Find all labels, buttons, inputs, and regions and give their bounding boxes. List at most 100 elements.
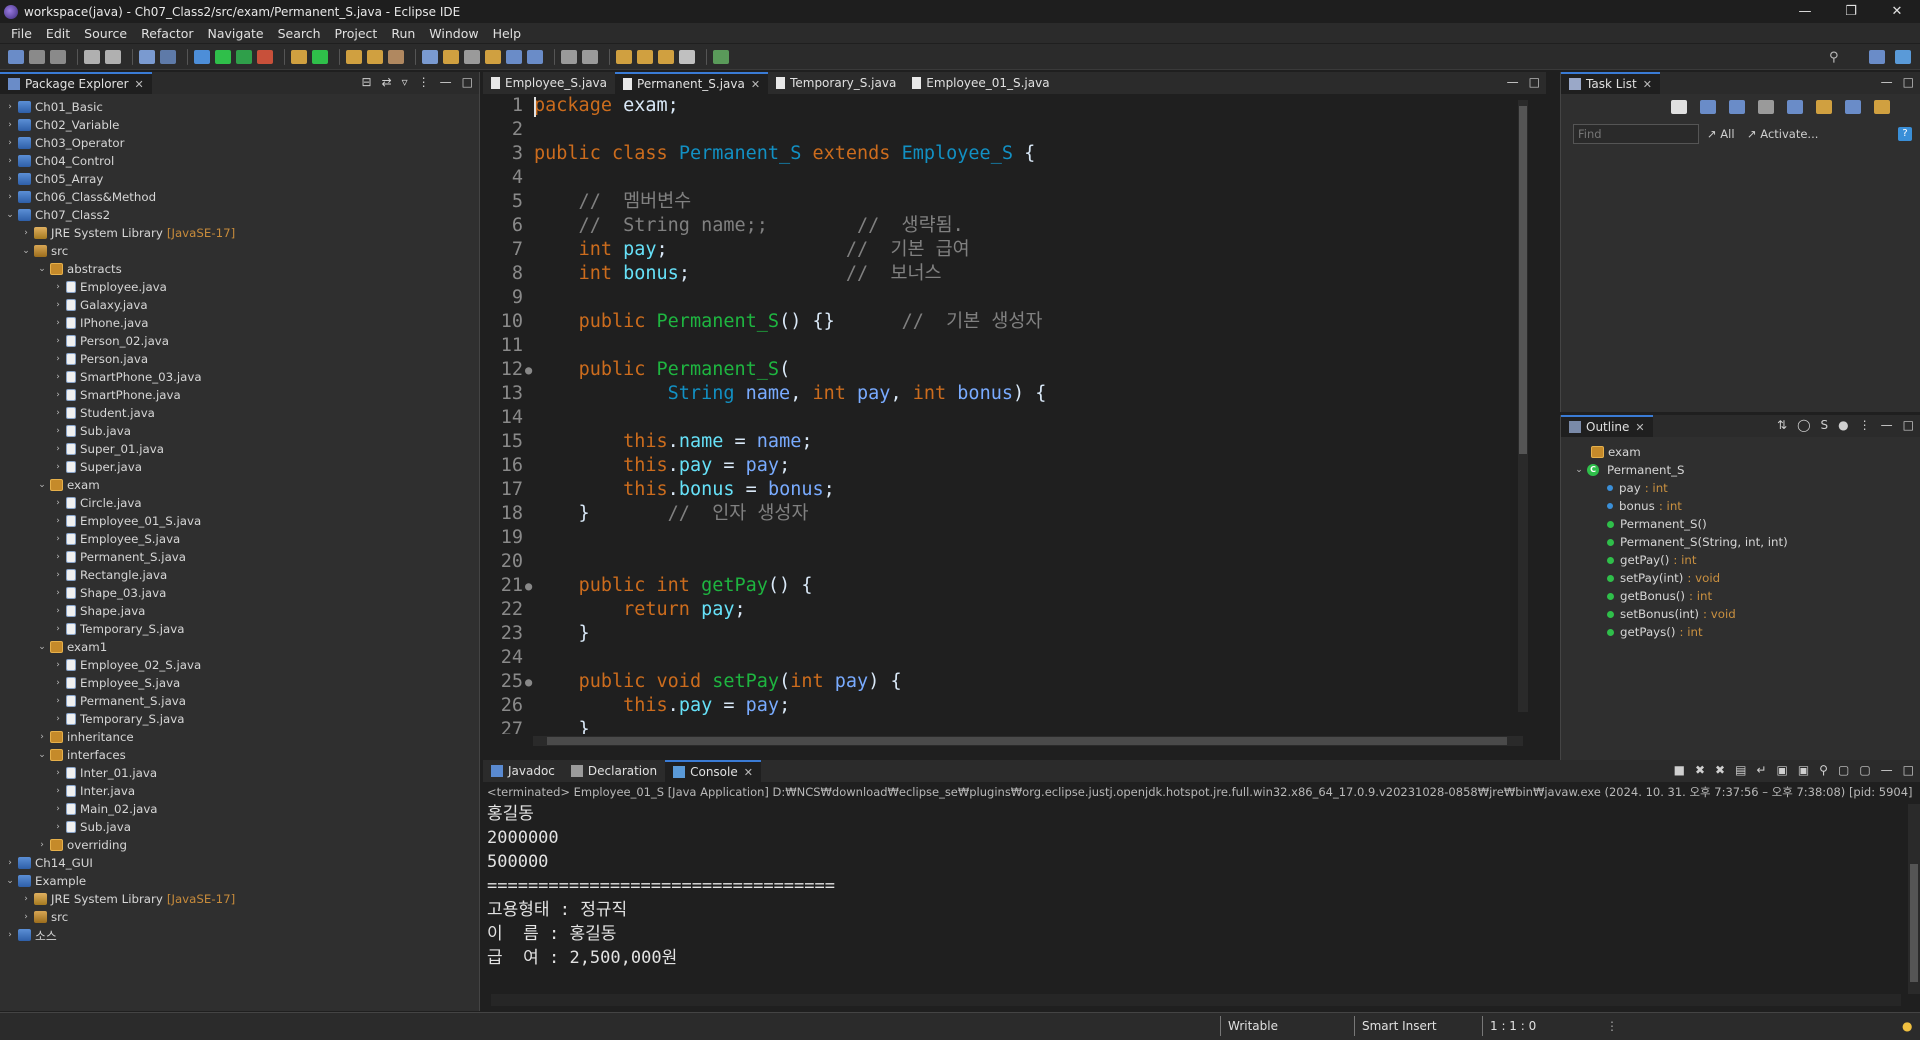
menu-help[interactable]: Help [486, 26, 529, 41]
collapsed-arrow-icon[interactable]: › [4, 102, 16, 112]
tree-item[interactable]: › Student.java [0, 404, 478, 422]
new-task-icon[interactable] [1671, 100, 1687, 114]
close-window-button[interactable]: ✕ [1874, 0, 1920, 23]
tree-item[interactable]: › Inter_01.java [0, 764, 478, 782]
collapse-tasks-icon[interactable] [1845, 100, 1861, 114]
collapsed-arrow-icon[interactable]: › [4, 138, 16, 148]
tree-item[interactable]: › Shape.java [0, 602, 478, 620]
outline-item[interactable]: bonus : int [1561, 497, 1917, 515]
outline-item[interactable]: Permanent_S(String, int, int) [1561, 533, 1917, 551]
sort-icon[interactable]: ⇅ [1777, 418, 1787, 432]
scheduled-icon[interactable] [1729, 100, 1745, 114]
insert-mode-status[interactable]: Smart Insert [1362, 1019, 1437, 1033]
collapsed-arrow-icon[interactable]: › [52, 714, 64, 724]
close-icon[interactable]: ✕ [744, 766, 753, 779]
menu-project[interactable]: Project [328, 26, 385, 41]
link-with-editor-icon[interactable]: ⇄ [382, 75, 392, 89]
menu-search[interactable]: Search [271, 26, 328, 41]
minimize-view-icon[interactable]: — [440, 75, 452, 89]
tree-item[interactable]: › Ch06_Class&Method [0, 188, 478, 206]
help-icon[interactable]: ? [1898, 127, 1912, 141]
collapsed-arrow-icon[interactable]: › [52, 534, 64, 544]
close-icon[interactable]: ✕ [1643, 78, 1652, 91]
undo-icon[interactable] [84, 49, 100, 64]
collapsed-arrow-icon[interactable]: › [52, 444, 64, 454]
tree-item[interactable]: › Main_02.java [0, 800, 478, 818]
collapsed-arrow-icon[interactable]: › [36, 840, 48, 850]
previous-annotation-icon[interactable] [443, 49, 459, 64]
close-icon[interactable]: ✕ [1635, 421, 1644, 434]
expanded-arrow-icon[interactable]: ⌄ [36, 642, 48, 652]
collapsed-arrow-icon[interactable]: › [20, 912, 32, 922]
expanded-arrow-icon[interactable]: ⌄ [36, 480, 48, 490]
tree-item[interactable]: › Employee_S.java [0, 530, 478, 548]
tab-temporary-s-java[interactable]: Temporary_S.java [768, 72, 904, 94]
save-all-icon[interactable] [50, 49, 66, 64]
show-when-stdout-icon[interactable]: ▣ [1776, 763, 1787, 777]
collapsed-arrow-icon[interactable]: › [52, 822, 64, 832]
tree-item[interactable]: ⌄ abstracts [0, 260, 478, 278]
tree-item[interactable]: › Inter.java [0, 782, 478, 800]
tree-item[interactable]: › overriding [0, 836, 478, 854]
tree-item[interactable]: › inheritance [0, 728, 478, 746]
view-menu-icon[interactable]: ⋮ [1859, 418, 1871, 432]
outline-item[interactable]: ⌄ C Permanent_S [1561, 461, 1917, 479]
collapsed-arrow-icon[interactable]: › [4, 192, 16, 202]
outline-item[interactable]: getPay() : int [1561, 551, 1917, 569]
minimize-view-icon[interactable]: — [1881, 418, 1893, 432]
console-horizontal-scrollbar[interactable] [491, 994, 1901, 1006]
maximize-view-icon[interactable]: □ [1903, 418, 1914, 432]
tree-item[interactable]: › Employee.java [0, 278, 478, 296]
menu-file[interactable]: File [4, 26, 39, 41]
editor-horizontal-scrollbar[interactable] [533, 736, 1523, 746]
hide-non-public-icon[interactable]: ● [1838, 418, 1848, 432]
console-vertical-scrollbar[interactable] [1908, 804, 1920, 994]
skip-breakpoints-icon[interactable] [160, 49, 176, 64]
collapsed-arrow-icon[interactable]: › [52, 372, 64, 382]
scrollbar-thumb[interactable] [1910, 864, 1918, 982]
tree-item[interactable]: › Permanent_S.java [0, 548, 478, 566]
expanded-arrow-icon[interactable]: ⌄ [4, 876, 16, 886]
code-editor[interactable]: 1 package exam; 2 3 public class Permanent_S… [483, 96, 1546, 734]
tree-item[interactable]: › Ch02_Variable [0, 116, 478, 134]
collapsed-arrow-icon[interactable]: › [52, 804, 64, 814]
tree-item[interactable]: › SmartPhone.java [0, 386, 478, 404]
outline-item[interactable]: getPays() : int [1561, 623, 1917, 641]
tree-item[interactable]: ⌄ Example [0, 872, 478, 890]
tab-employee-01-s-java[interactable]: Employee_01_S.java [904, 72, 1057, 94]
next-annotation-icon[interactable] [422, 49, 438, 64]
expanded-arrow-icon[interactable]: ⌄ [4, 210, 16, 220]
view-menu-icon[interactable]: ⋮ [418, 75, 430, 89]
menu-edit[interactable]: Edit [39, 26, 77, 41]
word-wrap-icon[interactable]: ↵ [1756, 763, 1766, 777]
forward-icon[interactable] [637, 49, 653, 64]
outline-item[interactable]: getBonus() : int [1561, 587, 1917, 605]
tree-item[interactable]: › Ch14_GUI [0, 854, 478, 872]
tree-item[interactable]: › src [0, 908, 478, 926]
java-perspective-icon[interactable] [1895, 49, 1911, 64]
collapsed-arrow-icon[interactable]: › [36, 732, 48, 742]
tab-employee-s-java[interactable]: Employee_S.java [483, 72, 615, 94]
annotation-nav-icon[interactable] [582, 49, 598, 64]
hide-completed-icon[interactable] [1758, 100, 1774, 114]
tree-item[interactable]: › Person_02.java [0, 332, 478, 350]
collapsed-arrow-icon[interactable]: › [4, 174, 16, 184]
collapsed-arrow-icon[interactable]: › [52, 426, 64, 436]
menu-window[interactable]: Window [422, 26, 485, 41]
filter-icon[interactable]: ▿ [402, 75, 408, 89]
menu-navigate[interactable]: Navigate [201, 26, 271, 41]
tree-item[interactable]: › Ch01_Basic [0, 98, 478, 116]
tree-item[interactable]: › Super.java [0, 458, 478, 476]
outline-item[interactable]: setPay(int) : void [1561, 569, 1917, 587]
remove-launch-icon[interactable]: ✖ [1695, 763, 1705, 777]
expanded-arrow-icon[interactable]: ⌄ [1573, 465, 1585, 475]
outline-item[interactable]: pay : int [1561, 479, 1917, 497]
tree-item[interactable]: ⌄ exam [0, 476, 478, 494]
tree-item[interactable]: › Person.java [0, 350, 478, 368]
back-icon[interactable] [616, 49, 632, 64]
display-console-icon[interactable]: ▢ [1838, 763, 1849, 777]
collapsed-arrow-icon[interactable]: › [52, 498, 64, 508]
collapsed-arrow-icon[interactable]: › [52, 390, 64, 400]
menu-source[interactable]: Source [77, 26, 134, 41]
collapsed-arrow-icon[interactable]: › [52, 588, 64, 598]
